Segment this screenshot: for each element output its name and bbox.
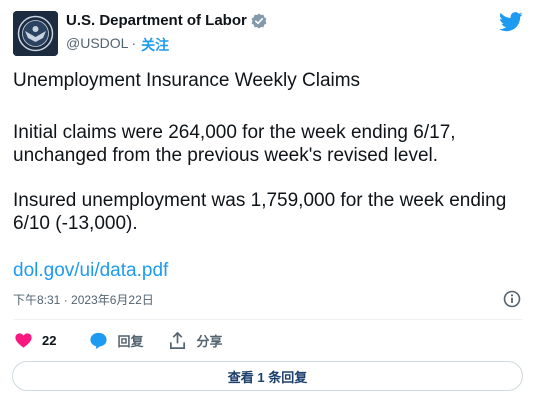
info-icon[interactable] [503,290,521,308]
author-handle[interactable]: @USDOL [66,35,128,55]
like-button[interactable]: 22 [14,331,56,350]
author-sub-row: @USDOL · 关注 [66,35,169,55]
heart-icon [15,333,32,348]
author-name-row: U.S. Department of Labor [66,12,267,29]
verified-badge-icon [251,13,267,28]
view-replies-button[interactable]: 查看 1 条回复 [12,361,523,391]
author-name[interactable]: U.S. Department of Labor [66,12,247,29]
share-label: 分享 [196,334,223,349]
tweet-card: U.S. Department of Labor @USDOL · 关注 Une… [0,0,536,406]
reply-bubble-icon [90,332,108,350]
avatar[interactable] [13,11,58,56]
reply-button[interactable]: 回复 [89,331,143,350]
twitter-bird-icon[interactable] [499,12,523,32]
separator-dot: · [131,35,137,51]
tweet-text-title: Unemployment Insurance Weekly Claims [13,70,361,91]
follow-button[interactable]: 关注 [141,35,169,55]
share-button[interactable]: 分享 [168,331,223,350]
tweet-text-insured-unemployment: Insured unemployment was 1,759,000 for t… [13,190,507,234]
reply-label: 回复 [117,334,144,349]
tweet-text-initial-claims: Initial claims were 264,000 for the week… [13,122,456,166]
action-bar: 22 回复 分享 [14,331,244,350]
tweet-timestamp[interactable]: 下午8:31 · 2023年6月22日 [13,291,154,308]
tweet-link[interactable]: dol.gov/ui/data.pdf [13,260,168,282]
divider [13,319,523,320]
share-icon [170,332,186,349]
like-count: 22 [42,333,57,348]
